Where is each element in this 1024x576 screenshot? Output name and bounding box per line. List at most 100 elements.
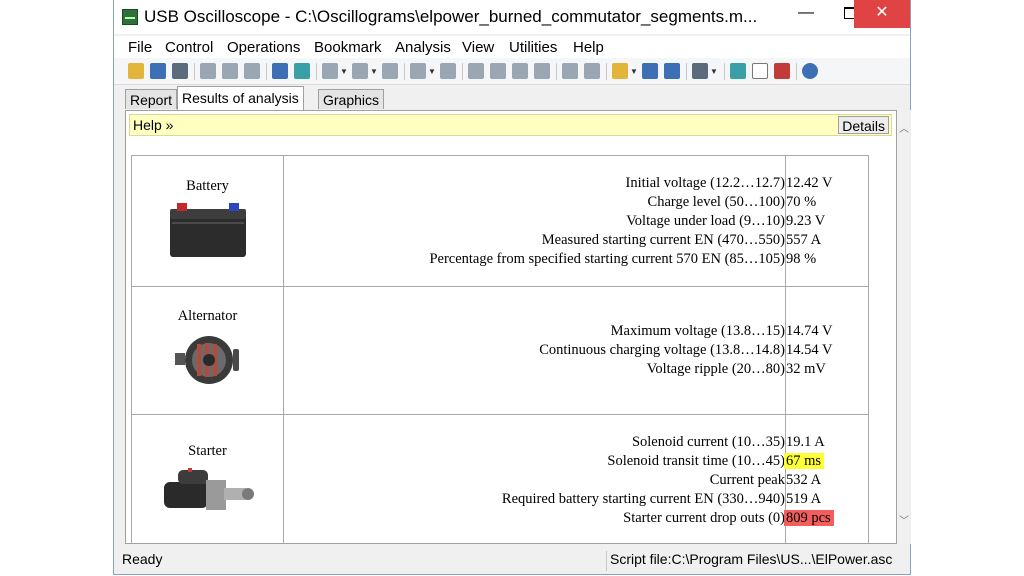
- menu-control[interactable]: Control: [165, 39, 213, 56]
- help-toggle[interactable]: Help »: [133, 117, 173, 133]
- parameter-label: Current peak: [709, 472, 785, 488]
- parameter-value: 519 A: [786, 491, 822, 507]
- menu-utilities[interactable]: Utilities: [509, 39, 557, 56]
- menu-bookmark[interactable]: Bookmark: [314, 39, 382, 56]
- report-icon[interactable]: [752, 63, 768, 79]
- script-file-path: Script file:C:\Program Files\US...\ElPow…: [610, 551, 893, 567]
- oscilloscope-app-icon: [122, 9, 138, 25]
- parameter-label: Percentage from specified starting curre…: [429, 250, 785, 267]
- parameter-value: 19.1 A: [786, 434, 825, 450]
- chevron-down-icon[interactable]: ▼: [428, 67, 436, 76]
- parameter-label: Continuous charging voltage (13.8…14.8): [539, 342, 785, 358]
- parameter-value: 14.74 V: [786, 323, 833, 339]
- grid-icon[interactable]: [562, 63, 578, 79]
- details-button[interactable]: Details: [838, 116, 889, 134]
- help-bar: Help » Details: [129, 114, 892, 136]
- results-panel: Help » Details Battery Initial voltage (…: [125, 110, 897, 544]
- menu-help[interactable]: Help: [573, 39, 604, 56]
- tab-graphics[interactable]: Graphics: [318, 89, 385, 109]
- minimize-button[interactable]: —: [784, 0, 828, 28]
- parameter-value-warning: 67 ms: [784, 453, 825, 469]
- window-title: USB Oscilloscope - C:\Oscillograms\elpow…: [144, 7, 758, 26]
- app-window: USB Oscilloscope - C:\Oscillograms\elpow…: [113, 0, 911, 575]
- print-icon[interactable]: [172, 63, 188, 79]
- values-cell: 12.42 V 70 % 9.23 V 557 A 98 %: [785, 155, 869, 287]
- open-script-icon[interactable]: [612, 63, 628, 79]
- menu-analysis[interactable]: Analysis: [395, 39, 451, 56]
- component-cell: Starter: [131, 414, 284, 543]
- parameter-value-error: 809 pcs: [784, 510, 834, 526]
- parameter-label: Solenoid transit time (10…45): [607, 453, 785, 469]
- document-icon[interactable]: [534, 63, 550, 79]
- menu-view[interactable]: View: [462, 39, 494, 56]
- cursor-icon[interactable]: [272, 63, 288, 79]
- parameters-cell: Solenoid current (10…35) Solenoid transi…: [283, 414, 786, 543]
- parameter-label: Required battery starting current EN (33…: [501, 491, 785, 507]
- check-double-icon[interactable]: [512, 63, 528, 79]
- chevron-down-icon[interactable]: ▼: [340, 67, 348, 76]
- toolbar: ▼ ▼ ▼ ▼ ▼: [114, 58, 910, 85]
- undo-icon[interactable]: [382, 63, 398, 79]
- copy-icon[interactable]: [200, 63, 216, 79]
- script-list-icon[interactable]: [692, 63, 708, 79]
- settings-icon[interactable]: [584, 63, 600, 79]
- tab-strip: Report Results of analysis Graphics: [114, 86, 910, 110]
- tab-report[interactable]: Report: [125, 89, 178, 109]
- results-table: Battery Initial voltage (12.2…12.7) Char…: [131, 155, 869, 543]
- parameters-cell: Initial voltage (12.2…12.7) Charge level…: [283, 155, 786, 287]
- component-cell: Alternator: [131, 286, 284, 415]
- values-cell: 19.1 A 67 ms 532 A 519 A 809 pcs: [784, 414, 869, 543]
- chevron-down-icon[interactable]: ▼: [710, 67, 718, 76]
- parameter-value: 532 A: [786, 472, 822, 488]
- menu-bar: File Control Operations Bookmark Analysi…: [114, 36, 910, 58]
- parameter-value: 557 A: [786, 231, 822, 248]
- parameter-label: Starter current drop outs (0): [623, 510, 785, 526]
- values-cell: 14.74 V 14.54 V 32 mV: [785, 286, 869, 415]
- close-report-icon[interactable]: [774, 63, 790, 79]
- parameter-label: Measured starting current EN (470…550): [541, 231, 785, 248]
- chevron-down-icon[interactable]: ▼: [370, 67, 378, 76]
- check-icon[interactable]: [468, 63, 484, 79]
- scroll-down-icon[interactable]: ﹀: [898, 516, 910, 528]
- menu-operations[interactable]: Operations: [227, 39, 300, 56]
- measure-icon[interactable]: [410, 63, 426, 79]
- marker-icon[interactable]: [294, 63, 310, 79]
- parameter-label: Voltage ripple (20…80): [646, 361, 785, 377]
- component-name: Battery: [186, 178, 229, 194]
- parameters-cell: Maximum voltage (13.8…15) Continuous cha…: [283, 286, 786, 415]
- component-name: Starter: [188, 442, 227, 459]
- table-row: Battery Initial voltage (12.2…12.7) Char…: [131, 155, 869, 287]
- close-button[interactable]: ✕: [854, 0, 910, 28]
- status-bar: Ready Script file:C:\Program Files\US...…: [114, 548, 910, 574]
- waveform-alt-icon[interactable]: [352, 63, 368, 79]
- parameter-value: 12.42 V: [786, 174, 833, 191]
- open-file-icon[interactable]: [128, 63, 144, 79]
- waveform-icon[interactable]: [322, 63, 338, 79]
- parameter-value: 9.23 V: [786, 212, 826, 229]
- tab-results-of-analysis[interactable]: Results of analysis: [177, 86, 304, 110]
- parameter-label: Initial voltage (12.2…12.7): [625, 174, 785, 191]
- parameter-label: Charge level (50…100): [647, 193, 785, 210]
- parameter-value: 70 %: [786, 193, 817, 210]
- scroll-up-icon[interactable]: ︿: [898, 124, 910, 136]
- run-script-icon[interactable]: [642, 63, 658, 79]
- parameter-value: 14.54 V: [786, 342, 833, 358]
- starter-icon: [163, 467, 254, 510]
- status-text: Ready: [122, 551, 163, 567]
- parameter-value: 98 %: [786, 250, 817, 267]
- cut-icon[interactable]: [244, 63, 260, 79]
- chevron-down-icon[interactable]: ▼: [630, 67, 638, 76]
- help-icon[interactable]: [802, 63, 818, 79]
- component-name: Alternator: [177, 307, 238, 324]
- menu-file[interactable]: File: [128, 39, 152, 56]
- parameter-label: Voltage under load (9…10): [626, 212, 785, 229]
- stop-script-icon[interactable]: [664, 63, 680, 79]
- alternator-icon: [174, 335, 239, 384]
- title-bar: USB Oscilloscope - C:\Oscillograms\elpow…: [114, 0, 910, 34]
- chart-icon[interactable]: [730, 63, 746, 79]
- delete-icon[interactable]: [440, 63, 456, 79]
- save-icon[interactable]: [150, 63, 166, 79]
- vertical-scrollbar[interactable]: ︿ ﹀: [897, 110, 911, 544]
- check-all-icon[interactable]: [490, 63, 506, 79]
- paste-icon[interactable]: [222, 63, 238, 79]
